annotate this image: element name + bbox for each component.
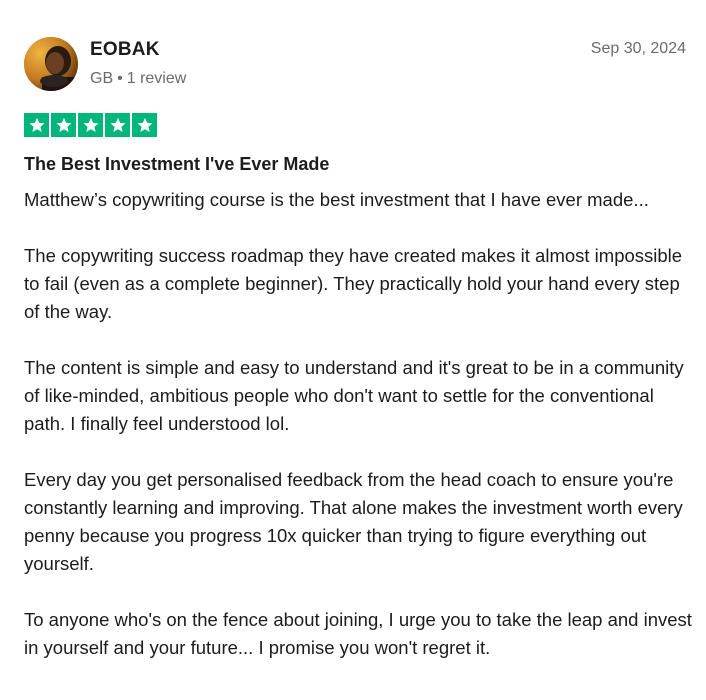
reviewer-country: GB	[90, 70, 114, 87]
star-box	[78, 113, 103, 137]
star-rating	[24, 113, 157, 137]
review-paragraph: The copywriting success roadmap they hav…	[24, 245, 683, 322]
star-box	[132, 113, 157, 137]
reviewer-review-count[interactable]: 1 review	[127, 70, 187, 87]
star-box	[51, 113, 76, 137]
review-paragraph: Matthew’s copywriting course is the best…	[24, 189, 649, 210]
star-box	[24, 113, 49, 137]
review-paragraph: Every day you get personalised feedback …	[24, 469, 683, 574]
star-icon	[137, 117, 152, 133]
review-card: EOBAK GB • 1 review Sep 30, 2024 The Best …	[0, 0, 706, 700]
star-icon	[56, 117, 71, 133]
meta-separator: •	[117, 70, 123, 87]
review-paragraph: The content is simple and easy to unders…	[24, 357, 684, 434]
reviewer-meta: GB • 1 review	[90, 68, 186, 90]
star-icon	[29, 117, 44, 133]
review-body: Matthew’s copywriting course is the best…	[24, 186, 694, 690]
avatar-photo-icon	[24, 37, 78, 91]
star-icon	[110, 117, 125, 133]
star-box	[105, 113, 130, 137]
review-date: Sep 30, 2024	[590, 40, 686, 57]
star-icon	[83, 117, 98, 133]
review-paragraph: To anyone who's on the fence about joini…	[24, 609, 692, 658]
reviewer-name[interactable]: EOBAK	[90, 38, 160, 62]
avatar[interactable]	[24, 37, 78, 91]
review-title[interactable]: The Best Investment I've Ever Made	[24, 152, 329, 176]
